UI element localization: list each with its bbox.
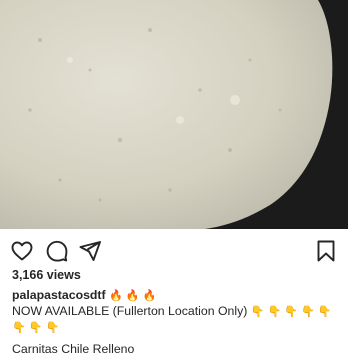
- caption-dish-name: Carnitas Chile Relleno: [12, 342, 135, 356]
- post-video[interactable]: [0, 0, 348, 229]
- caption-availability-text: NOW AVAILABLE (Fullerton Location Only): [12, 304, 248, 318]
- share-icon[interactable]: [78, 239, 102, 263]
- pointing-down-emojis: 👇 👇 👇 👇 👇: [250, 306, 332, 318]
- pointing-down-emojis-continued: 👇 👇 👇: [12, 322, 60, 334]
- bookmark-icon[interactable]: [314, 239, 338, 263]
- post-caption: palapastacosdtf 🔥 🔥 🔥 NOW AVAILABLE (Ful…: [12, 288, 338, 357]
- post-action-bar: [0, 229, 348, 269]
- fire-emojis: 🔥 🔥 🔥: [109, 290, 157, 302]
- username-link[interactable]: palapastacosdtf: [12, 288, 106, 302]
- comment-icon[interactable]: [45, 239, 69, 263]
- view-count: 3,166 views: [12, 268, 81, 282]
- tortilla-image: [0, 0, 348, 229]
- heart-icon[interactable]: [10, 239, 34, 263]
